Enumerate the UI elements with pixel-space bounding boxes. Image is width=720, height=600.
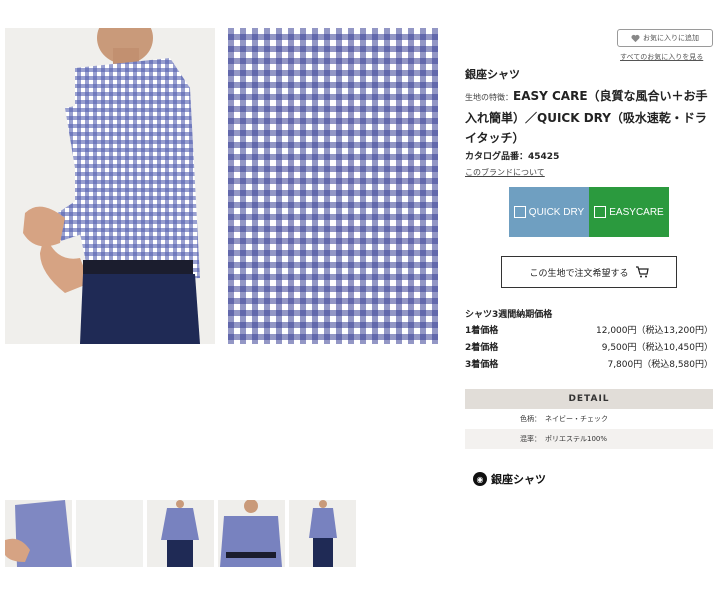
pricing-heading: シャツ3週間納期価格 <box>465 310 553 320</box>
fabric-feature-label: 生地の特徴： <box>465 93 513 102</box>
view-all-favorites-link[interactable]: すべてのお気に入りを見る <box>620 52 703 62</box>
detail-value: ネイビー・チェック <box>545 415 608 423</box>
thumbnail-arm-closeup[interactable] <box>5 500 72 567</box>
detail-key: 混率： <box>520 435 541 443</box>
cart-icon <box>635 266 649 278</box>
price-row-value: 12,000円（税込13,200円） <box>596 326 713 336</box>
thumbnail-front-view[interactable] <box>147 500 214 567</box>
fabric-swatch-photo[interactable] <box>228 28 438 344</box>
logo-mark-icon: ◉ <box>473 472 487 486</box>
price-row-label: 3着価格 <box>465 360 499 370</box>
thumbnail-arm-image <box>5 500 72 567</box>
easy-care-icon <box>594 206 607 218</box>
detail-row: 混率： ポリエステル100% <box>465 429 713 449</box>
quick-dry-label: QUICK DRY <box>528 206 585 218</box>
price-row: 1着価格 12,000円（税込13,200円） <box>465 323 713 336</box>
model-illustration <box>5 28 215 344</box>
logo-text: 銀座シャツ <box>491 473 546 486</box>
price-row-value: 9,500円（税込10,450円） <box>601 343 713 353</box>
feature-badges: QUICK DRY EASYCARE <box>509 187 669 237</box>
quick-dry-badge: QUICK DRY <box>509 187 589 237</box>
order-button-label: この生地で注文希望する <box>529 268 629 279</box>
price-row-value: 7,800円（税込8,580円） <box>607 360 713 370</box>
about-brand-link[interactable]: このブランドについて <box>465 167 545 178</box>
catalog-number-value: 45425 <box>528 152 560 162</box>
easy-care-label: EASYCARE <box>609 206 664 218</box>
quick-dry-icon <box>513 206 526 218</box>
thumbnail-fabric[interactable] <box>76 500 143 567</box>
thumbnail-side-view[interactable] <box>289 500 356 567</box>
brand-logo: ◉ 銀座シャツ <box>473 471 546 487</box>
detail-row: 色柄： ネイビー・チェック <box>465 409 713 429</box>
thumbnail-strip <box>5 500 356 567</box>
detail-table: DETAIL 色柄： ネイビー・チェック 混率： ポリエステル100% <box>465 389 713 449</box>
add-to-favorites-label: お気に入りに追加 <box>643 34 699 42</box>
thumbnail-upper-body-image <box>218 500 285 567</box>
price-row-label: 1着価格 <box>465 326 499 336</box>
price-row: 2着価格 9,500円（税込10,450円） <box>465 340 713 353</box>
thumbnail-upper-body[interactable] <box>218 500 285 567</box>
catalog-number: カタログ品番：45425 <box>465 149 559 162</box>
catalog-number-label: カタログ品番： <box>465 152 529 162</box>
main-product-photo[interactable] <box>5 28 215 344</box>
detail-key: 色柄： <box>520 415 541 423</box>
order-with-fabric-button[interactable]: この生地で注文希望する <box>501 256 677 288</box>
add-to-favorites-button[interactable]: お気に入りに追加 <box>617 29 713 47</box>
price-row-label: 2着価格 <box>465 343 499 353</box>
thumbnail-front-image <box>147 500 214 567</box>
fabric-feature: 生地の特徴：EASY CARE（良質な風合い＋お手入れ簡単）／QUICK DRY… <box>465 86 715 148</box>
easy-care-badge: EASYCARE <box>589 187 669 237</box>
heart-icon <box>631 34 640 42</box>
price-row: 3着価格 7,800円（税込8,580円） <box>465 357 713 370</box>
detail-heading: DETAIL <box>465 389 713 409</box>
product-brand-name: 銀座シャツ <box>465 68 520 81</box>
detail-value: ポリエステル100% <box>545 435 608 443</box>
thumbnail-side-image <box>289 500 356 567</box>
